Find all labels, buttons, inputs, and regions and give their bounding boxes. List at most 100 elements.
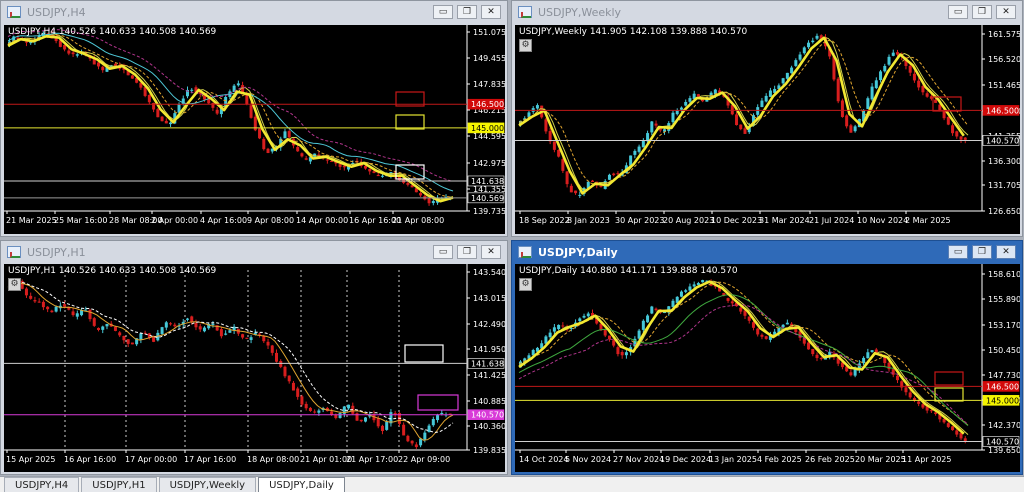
candle-body — [54, 306, 58, 312]
candle-body — [959, 136, 963, 140]
candle-body — [431, 419, 435, 426]
candle-body — [63, 44, 67, 50]
window-title: USDJPY,H1 — [27, 245, 86, 259]
candle-body — [308, 407, 312, 411]
candle-body — [97, 327, 100, 330]
candle-body — [946, 423, 950, 427]
candle-body — [696, 94, 700, 97]
candle-body — [908, 392, 912, 398]
chart-window-daily[interactable]: USDJPY,Daily ▭ ❐ ✕ 158.610 155.890 153.170… — [511, 240, 1023, 475]
price-tag-label: 146.500 — [986, 382, 1019, 391]
close-button[interactable]: ✕ — [996, 5, 1016, 19]
price-tick-label: 140.885 — [473, 397, 505, 406]
candle-body — [895, 375, 899, 381]
price-tick-label: 142.370 — [988, 421, 1020, 430]
candle-body — [684, 290, 688, 292]
candle-body — [874, 80, 878, 89]
candle-body — [97, 62, 100, 67]
price-tick-label: 142.975 — [473, 159, 505, 168]
minimize-button[interactable]: ▭ — [433, 5, 453, 19]
candle-body — [891, 369, 895, 375]
chart-window-icon — [518, 6, 532, 18]
chart-tab-bar: USDJPY,H4 USDJPY,H1 USDJPY,Weekly USDJPY… — [0, 476, 1024, 492]
time-tick-label: 14 Oct 2024 — [519, 455, 568, 464]
candle-body — [190, 316, 194, 323]
restore-button[interactable]: ❐ — [972, 245, 992, 259]
tab-usdjpy-daily[interactable]: USDJPY,Daily — [258, 477, 345, 492]
minimize-button[interactable]: ▭ — [433, 245, 453, 259]
minimize-button[interactable]: ▭ — [948, 5, 968, 19]
tab-usdjpy-weekly[interactable]: USDJPY,Weekly — [158, 477, 257, 492]
tab-usdjpy-h4[interactable]: USDJPY,H4 — [4, 477, 80, 492]
price-tag-label: 140.570 — [986, 136, 1019, 145]
candle-body — [156, 109, 160, 118]
restore-button[interactable]: ❐ — [972, 5, 992, 19]
price-tick-label: 141.950 — [473, 345, 505, 354]
candle-body — [380, 175, 384, 177]
close-button[interactable]: ✕ — [481, 245, 501, 259]
price-tag-label: 140.570 — [986, 437, 1019, 446]
candle-body — [730, 105, 734, 115]
candle-body — [591, 180, 595, 182]
time-tick-label: 18 Apr 08:00 — [247, 455, 299, 464]
time-tick-label: 20 Aug 2023 — [663, 216, 714, 225]
candle-body — [283, 366, 287, 377]
candle-body — [436, 415, 440, 421]
candle-body — [24, 288, 28, 296]
candle-body — [296, 147, 300, 152]
price-tick-label: 144.595 — [473, 132, 505, 141]
candle-body — [304, 158, 308, 160]
price-chart[interactable]: 151.075 149.455 147.835 146.215 144.595 142.9… — [4, 25, 505, 234]
candle-body — [342, 165, 346, 168]
price-tick-label: 161.575 — [988, 30, 1020, 39]
close-button[interactable]: ✕ — [481, 5, 501, 19]
time-tick-label: 20 Mar 2025 — [855, 455, 906, 464]
candle-body — [431, 201, 435, 204]
price-chart[interactable]: 143.540 143.015 142.490 141.950 141.425 140.8… — [4, 264, 505, 472]
candle-body — [380, 425, 384, 432]
candle-body — [118, 332, 122, 336]
candle-body — [126, 339, 130, 344]
chart-settings-icon[interactable]: ⚙ — [519, 39, 532, 52]
minimize-button[interactable]: ▭ — [948, 245, 968, 259]
price-tick-label: 150.450 — [988, 346, 1020, 355]
time-tick-label: 5 Nov 2024 — [565, 455, 611, 464]
restore-button[interactable]: ❐ — [457, 5, 477, 19]
window-titlebar[interactable]: USDJPY,Weekly ▭ ❐ ✕ — [512, 1, 1022, 23]
candle-body — [419, 193, 423, 196]
close-button[interactable]: ✕ — [996, 245, 1016, 259]
window-titlebar[interactable]: USDJPY,H1 ▭ ❐ ✕ — [1, 241, 507, 263]
chart-window-h1[interactable]: USDJPY,H1 ▭ ❐ ✕ 143.540 143.015 142.490 141… — [0, 240, 508, 475]
time-tick-label: 26 Feb 2025 — [805, 455, 855, 464]
window-titlebar[interactable]: USDJPY,H4 ▭ ❐ ✕ — [1, 1, 507, 23]
tab-usdjpy-h1[interactable]: USDJPY,H1 — [81, 477, 157, 492]
chart-settings-icon[interactable]: ⚙ — [519, 278, 532, 291]
chart-window-weekly[interactable]: USDJPY,Weekly ▭ ❐ ✕ 161.575 156.520 151.46… — [511, 0, 1023, 237]
candle-body — [565, 171, 569, 185]
restore-button[interactable]: ❐ — [457, 245, 477, 259]
candle-body — [904, 387, 908, 393]
chart-settings-icon[interactable]: ⚙ — [8, 278, 21, 291]
chart-canvas: 151.075149.455147.835146.215144.595142.9… — [4, 25, 505, 225]
candle-body — [287, 375, 291, 382]
window-titlebar[interactable]: USDJPY,Daily ▭ ❐ ✕ — [512, 241, 1022, 263]
chart-window-icon — [7, 246, 21, 258]
candle-body — [228, 330, 232, 333]
candle-body — [88, 309, 92, 320]
time-tick-label: 21 Jul 2024 — [809, 216, 854, 225]
price-chart[interactable]: 158.610 155.890 153.170 150.450 147.730 145.0… — [515, 264, 1020, 472]
price-chart[interactable]: 161.575156.520151.465146.410141.355136.3… — [515, 25, 1020, 234]
candle-body — [569, 185, 573, 193]
candle-body — [955, 430, 959, 435]
price-tick-label: 141.425 — [473, 371, 505, 380]
candle-body — [760, 100, 764, 108]
candle-body — [181, 98, 185, 105]
candle-body — [908, 65, 912, 73]
time-tick-label: 27 Nov 2024 — [613, 455, 664, 464]
candle-body — [866, 98, 870, 109]
price-tag-label: 146.500 — [986, 106, 1019, 115]
candle-body — [730, 301, 734, 304]
candle-body — [764, 95, 768, 102]
chart-window-h4[interactable]: USDJPY,H4 ▭ ❐ ✕ 151.075 149.455 147.835 146… — [0, 0, 508, 237]
candle-body — [849, 372, 853, 376]
